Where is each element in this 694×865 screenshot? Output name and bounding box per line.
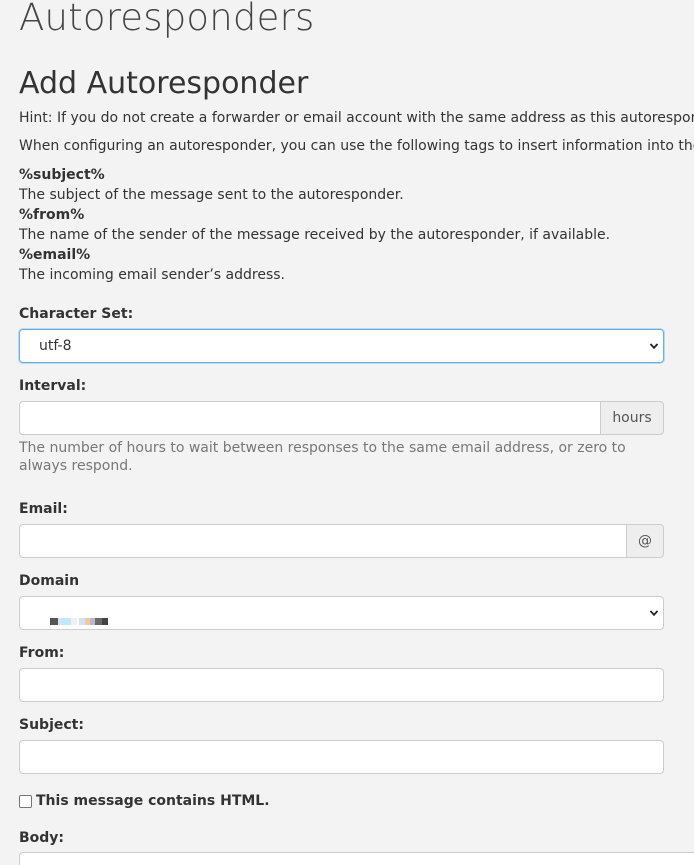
domain-label: Domain [19,573,80,589]
interval-input[interactable] [19,401,601,435]
charset-select[interactable]: utf-8 [19,329,664,363]
interval-input-group: hours [19,401,664,435]
html-checkbox-label[interactable]: This message contains HTML. [36,793,270,809]
tag-from: %from% [19,207,85,223]
charset-label: Character Set: [19,306,134,322]
redacted-pixel-block [102,618,108,625]
email-at-addon: @ [627,524,664,558]
domain-select[interactable] [19,596,664,630]
app-title: Autoresponders [19,0,315,39]
interval-label: Interval: [19,378,87,394]
redacted-pixel-block [63,618,71,625]
chevron-down-icon [649,343,659,350]
interval-help-text: The number of hours to wait between resp… [19,440,626,474]
from-label: From: [19,645,65,661]
charset-selected-value: utf-8 [39,338,72,354]
tag-email-description: The incoming email sender’s address. [19,267,285,283]
redacted-pixel-block [95,618,102,625]
html-checkbox-row[interactable]: This message contains HTML. [19,791,270,811]
email-label: Email: [19,501,68,517]
subject-input[interactable] [19,740,664,774]
chevron-down-icon [649,610,659,617]
tag-subject: %subject% [19,167,105,183]
tag-from-description: The name of the sender of the message re… [19,227,611,243]
email-input-group: @ [19,524,664,558]
from-input[interactable] [19,668,664,702]
body-textarea[interactable] [19,852,694,865]
tags-intro-text: When configuring an autoresponder, you c… [19,138,694,154]
tag-email: %email% [19,247,91,263]
add-autoresponder-page: Autoresponders Add Autoresponder Hint: I… [0,0,694,865]
html-checkbox[interactable] [19,794,32,808]
hint-text: Hint: If you do not create a forwarder o… [19,110,694,126]
tag-subject-description: The subject of the message sent to the a… [19,187,404,203]
redacted-pixel-block [71,618,77,625]
subject-label: Subject: [19,717,84,733]
interval-hours-addon: hours [601,401,664,435]
body-label: Body: [19,830,65,846]
section-title: Add Autoresponder [19,66,309,101]
redacted-pixel-block [50,618,58,625]
domain-redacted-value [50,618,108,625]
email-input[interactable] [19,524,627,558]
